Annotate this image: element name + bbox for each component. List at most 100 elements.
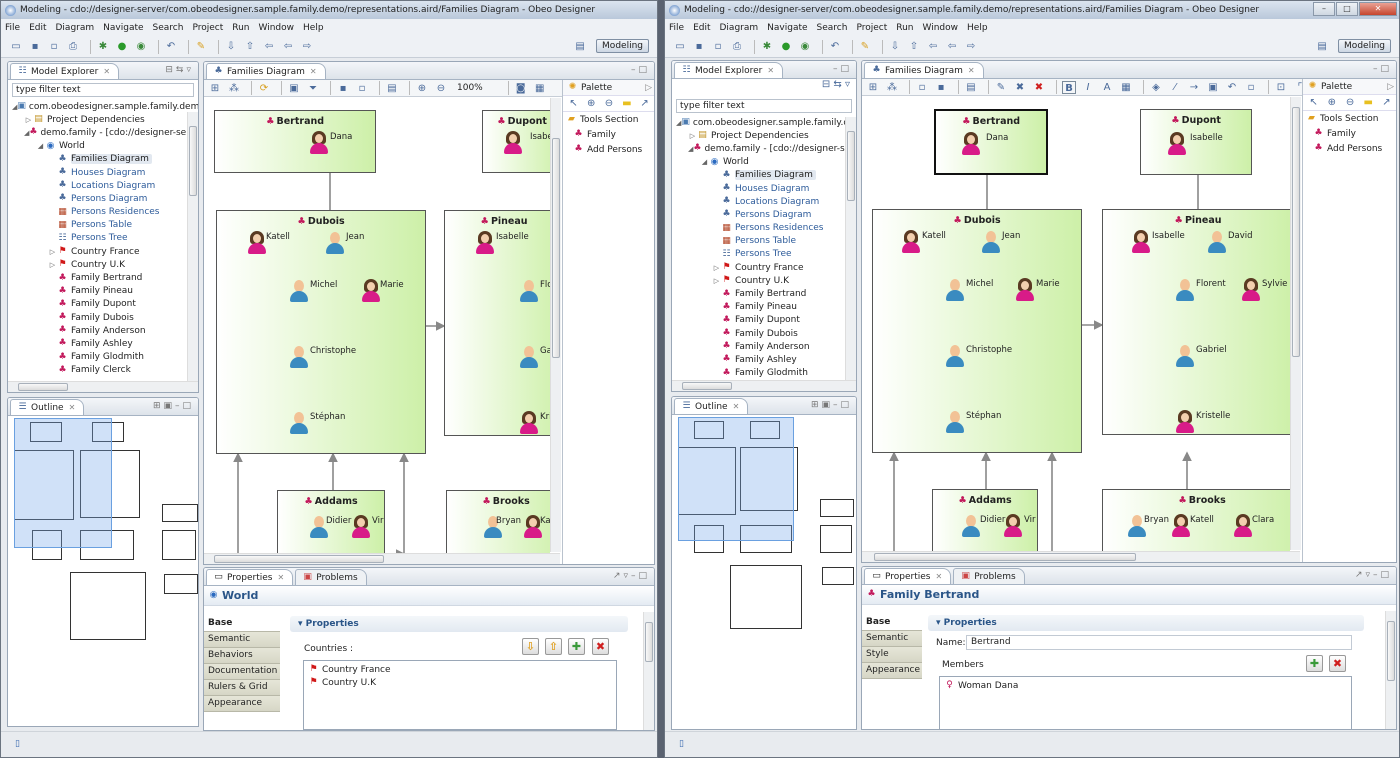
arrange-icon[interactable]: ⁂ [227, 82, 241, 95]
modeling-perspective-button[interactable]: Modeling [596, 39, 649, 53]
horizontal-scrollbar[interactable] [204, 553, 560, 564]
tree-item[interactable]: ◢ ◉ World [676, 156, 856, 169]
list-item[interactable]: ♀ Woman Dana [944, 679, 1347, 692]
tab-properties[interactable]: ▭ Properties ✕ [864, 568, 952, 584]
menu-edit[interactable]: Edit [693, 23, 710, 33]
man-icon[interactable] [518, 346, 540, 370]
unpin-icon[interactable]: ▫ [355, 82, 369, 95]
tool-add-persons[interactable]: ♣ Add Persons [563, 142, 654, 157]
zoom-in-tool-icon[interactable]: ⊕ [1325, 96, 1338, 109]
woman-icon[interactable] [308, 131, 330, 156]
tools-section[interactable]: ▰ Tools Section [563, 112, 654, 127]
fast-view-icon[interactable]: ▯ [15, 739, 20, 749]
horizontal-scrollbar[interactable] [862, 551, 1300, 562]
tree-item[interactable]: ▷ ⚑ Country U.K [676, 274, 856, 287]
note-tool-icon[interactable]: ▬ [1362, 96, 1375, 109]
copy-format-icon[interactable]: ▤ [385, 82, 399, 95]
pin-icon[interactable]: ▪ [336, 82, 350, 95]
forward-icon[interactable]: ⇨ [300, 40, 314, 53]
tree-item[interactable]: ♣ Family Dubois [676, 327, 856, 340]
select-all-icon[interactable]: ⊞ [208, 82, 222, 95]
menu-search[interactable]: Search [153, 23, 184, 33]
list-item[interactable]: ⚑ Country U.K [308, 676, 612, 689]
external-tools-icon[interactable]: ◉ [134, 40, 148, 53]
man-icon[interactable] [944, 345, 966, 369]
select-all-icon[interactable]: ⊞ [866, 81, 880, 94]
minimize-button[interactable]: – [1313, 2, 1335, 16]
select-tool-icon[interactable]: ↖ [1307, 96, 1320, 109]
remove-button[interactable]: ✖ [592, 638, 609, 655]
woman-icon[interactable] [1170, 514, 1192, 539]
expand-toggle-icon[interactable]: ▷ [24, 116, 33, 124]
menu-navigate[interactable]: Navigate [103, 23, 143, 33]
prev-annotation-icon[interactable]: ⇧ [243, 40, 257, 53]
woman-icon[interactable] [900, 230, 922, 255]
woman-icon[interactable] [350, 515, 372, 540]
property-tab-rulers-grid[interactable]: Rulers & Grid [204, 680, 280, 696]
hide-icon[interactable]: ✎ [994, 81, 1008, 94]
horizontal-scrollbar[interactable] [8, 381, 198, 392]
tools-section[interactable]: ▰ Tools Section [1303, 111, 1396, 126]
close-icon[interactable]: ✕ [968, 66, 975, 75]
menu-edit[interactable]: Edit [29, 23, 46, 33]
property-tab-appearance[interactable]: Appearance [204, 696, 280, 712]
man-icon[interactable] [980, 231, 1002, 255]
diagram-canvas[interactable]: ♣BertrandDana♣DupontIsabelle♣DuboisKatel… [862, 97, 1290, 552]
export-image-icon[interactable]: ◙ [514, 82, 528, 95]
woman-icon[interactable] [1166, 132, 1188, 157]
properties-section[interactable]: ▾ Properties [290, 616, 628, 632]
woman-icon[interactable] [1174, 410, 1196, 435]
property-tab-semantic[interactable]: Semantic [204, 632, 280, 648]
name-field[interactable]: Bertrand [966, 635, 1352, 650]
man-icon[interactable] [288, 280, 310, 304]
properties-icon[interactable]: ▣ [1206, 81, 1220, 94]
family-node-pineau[interactable]: ♣ Pineau [444, 210, 550, 436]
vertical-scrollbar[interactable] [1290, 97, 1301, 550]
tab-model-explorer[interactable]: ☷ Model Explorer ✕ [674, 62, 784, 78]
list-item[interactable]: ⚑ Country France [308, 663, 612, 676]
menu-window[interactable]: Window [923, 23, 959, 33]
tree-item[interactable]: ▦ Persons Residences [12, 206, 198, 219]
fast-view-icon[interactable]: ▯ [679, 739, 684, 749]
vertical-scrollbar[interactable] [187, 112, 198, 381]
property-tab-documentation[interactable]: Documentation [204, 664, 280, 680]
members-list[interactable]: ♀ Woman Dana [939, 676, 1352, 729]
pin-icon[interactable]: ✎ [858, 40, 872, 53]
pin-icon[interactable]: ✎ [194, 40, 208, 53]
save-icon[interactable]: ▪ [692, 40, 706, 53]
tree-item[interactable]: ▷ ⚑ Country France [676, 261, 856, 274]
zoom-out-tool-icon[interactable]: ⊖ [603, 97, 616, 110]
tree-item[interactable]: ☷ Persons Tree [12, 232, 198, 245]
man-icon[interactable] [960, 515, 982, 539]
filter-input[interactable]: type filter text [676, 99, 852, 113]
debug-icon[interactable]: ✱ [760, 40, 774, 53]
outline-overview[interactable] [10, 418, 198, 640]
tree-item[interactable]: ♣ Family Anderson [676, 340, 856, 353]
properties-section[interactable]: ▾ Properties [928, 615, 1364, 631]
vertical-scrollbar[interactable] [643, 612, 654, 730]
new-icon[interactable]: ▭ [673, 40, 687, 53]
tree-item[interactable]: ♣ Family Dupont [12, 298, 198, 311]
filters-icon[interactable]: ⏷ [306, 82, 320, 95]
outline-viewport[interactable] [678, 417, 794, 541]
woman-icon[interactable] [1240, 278, 1262, 303]
tree-item[interactable]: ♣ Locations Diagram [12, 179, 198, 192]
tree-item[interactable]: ▷ ▤ Project Dependencies [12, 113, 198, 126]
man-icon[interactable] [288, 412, 310, 436]
open-perspective-icon[interactable]: ▤ [573, 40, 587, 53]
undo-icon[interactable]: ↶ [828, 40, 842, 53]
font-color-icon[interactable]: A [1100, 81, 1114, 94]
view-controls[interactable]: ⊞▣–□ [153, 401, 194, 411]
outline-overview[interactable] [674, 417, 856, 633]
line-style-icon[interactable]: → [1187, 81, 1201, 94]
move-down-button[interactable]: ⇩ [522, 638, 539, 655]
last-edit-icon[interactable]: ⇦ [926, 40, 940, 53]
view-controls[interactable]: ⊟⇆▿ [165, 65, 194, 75]
expand-toggle-icon[interactable]: ◢ [36, 142, 45, 150]
menu-diagram[interactable]: Diagram [56, 23, 95, 33]
property-tab-base[interactable]: Base [204, 616, 280, 632]
vertical-scrollbar[interactable] [845, 117, 856, 380]
layout-icon[interactable]: ▦ [533, 82, 547, 95]
man-icon[interactable] [1206, 231, 1228, 255]
tree-item[interactable]: ◢ ▣ com.obeodesigner.sample.family.demo [676, 116, 856, 129]
